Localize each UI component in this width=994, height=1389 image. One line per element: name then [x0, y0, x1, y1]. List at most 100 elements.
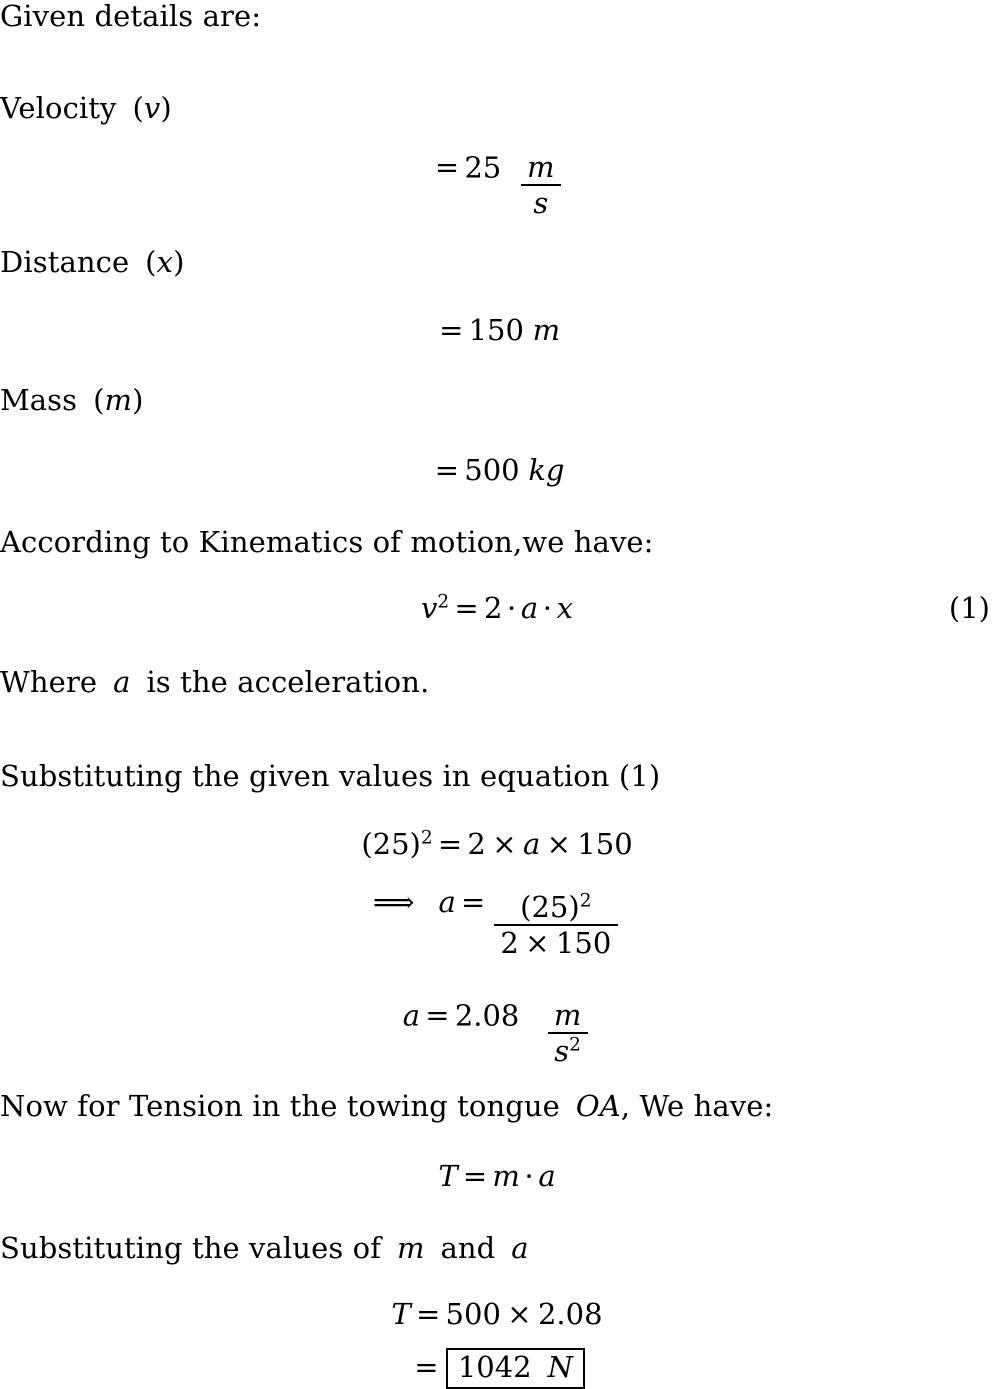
tension-sub-var-T: T	[391, 1297, 411, 1331]
kinematics-var-x: x	[556, 591, 573, 625]
where-acceleration-line: Where a is the acceleration.	[0, 668, 429, 697]
equals-sign: =	[434, 453, 460, 487]
equals-sign: =	[414, 1350, 439, 1384]
paren-open: (	[145, 245, 157, 279]
acceleration-unit-fraction: m s2	[547, 1000, 588, 1067]
paren-close: )	[160, 91, 172, 125]
acceleration-fraction-denominator: 2 × 150	[494, 927, 618, 958]
substitution-equation-1-inner: (25)2 = 2 × a × 150	[361, 827, 633, 861]
where-suffix-text: is the acceleration.	[146, 665, 430, 699]
acceleration-result-inner: a = 2.08 m s2	[403, 1000, 591, 1066]
velocity-equation-inner: = 25 m s	[430, 152, 565, 218]
tension-result-inner: = 1042 N	[409, 1348, 585, 1389]
acceleration-unit-fraction-wrap: m s2	[544, 1000, 591, 1066]
distance-symbol: x	[156, 245, 174, 279]
mass-label-text: Mass	[0, 383, 78, 417]
paren-open: (	[93, 383, 105, 417]
kinematics-intro-line: According to Kinematics of motion,we hav…	[0, 528, 654, 557]
multiplication-dot: ·	[542, 591, 553, 625]
distance-unit: m	[532, 313, 561, 347]
velocity-unit-fraction: ms	[520, 150, 561, 221]
tension-intro-prefix-text: Now for Tension in the towing tongue	[0, 1089, 560, 1123]
given-details-heading: Given details are:	[0, 2, 261, 31]
mass-equation-inner: = 500 kg	[430, 456, 565, 485]
mass-unit: kg	[528, 453, 565, 487]
mass-equation: = 500 kg	[0, 456, 994, 485]
velocity-label-line: Velocity (v)	[0, 94, 172, 123]
times-sign: ×	[546, 827, 571, 861]
velocity-label-text: Velocity	[0, 91, 117, 125]
denominator-factor-2: 150	[555, 925, 612, 960]
tension-sub-factor-1: 500	[445, 1297, 501, 1331]
substitution-factor-2: 150	[577, 827, 633, 861]
unit-denominator-exponent: 2	[569, 1034, 581, 1056]
substituting-values-and-text: and	[440, 1231, 496, 1265]
velocity-unit-numerator: m	[527, 150, 555, 184]
substitution-equation-2: ⟹ a = (25)2 2 × 150	[0, 888, 994, 958]
multiplication-dot: ·	[524, 1159, 534, 1193]
distance-label-text: Distance	[0, 245, 130, 279]
velocity-value: 25	[464, 150, 502, 185]
substitution-factor-1: 2	[467, 827, 486, 861]
equals-sign: =	[416, 1297, 441, 1331]
given-details-text: Given details are:	[0, 0, 262, 33]
kinematics-coefficient: 2	[483, 591, 503, 625]
equals-sign: =	[434, 150, 460, 185]
substitution-var-a: a	[522, 827, 541, 861]
substitution-lhs: (25)	[361, 827, 421, 861]
implies-arrow-icon: ⟹	[372, 885, 415, 919]
tension-formula-equation: T = m · a	[0, 1162, 994, 1191]
substituting-intro-text: Substituting the given values in equatio…	[0, 759, 661, 793]
tension-intro-line: Now for Tension in the towing tongue OA, …	[0, 1092, 773, 1121]
final-answer-unit: N	[547, 1350, 573, 1384]
denominator-factor-1: 2	[500, 925, 519, 960]
substituting-intro-line: Substituting the given values in equatio…	[0, 762, 660, 791]
paren-close: )	[173, 245, 185, 279]
distance-value: 150	[468, 313, 524, 347]
acceleration-symbol: a	[113, 665, 131, 699]
tension-var-m: m	[492, 1159, 520, 1193]
acceleration-fraction-wrap: (25)2 2 × 150	[491, 889, 622, 958]
kinematics-lhs-var: v	[421, 591, 438, 625]
tension-sub-factor-2: 2.08	[537, 1297, 603, 1331]
acceleration-result-equation: a = 2.08 m s2	[0, 1000, 994, 1066]
velocity-equation: = 25 m s	[0, 152, 994, 218]
paren-close: )	[132, 383, 144, 417]
equals-sign: =	[462, 1159, 488, 1193]
substitution-lhs-exponent: 2	[420, 827, 433, 849]
kinematics-equation-inner: v2 = 2 · a · x	[421, 591, 573, 625]
distance-label-line: Distance (x)	[0, 248, 184, 277]
velocity-symbol: v	[143, 91, 161, 125]
paren-open: (	[132, 91, 144, 125]
numerator-base: (25)	[520, 889, 580, 924]
equals-sign: =	[425, 998, 450, 1033]
substitution-equation-2-inner: ⟹ a = (25)2 2 × 150	[373, 888, 621, 958]
equals-sign: =	[437, 827, 463, 861]
tension-substitution-equation: T = 500 × 2.08	[0, 1300, 994, 1329]
acceleration-fraction-numerator: (25)2	[494, 889, 618, 924]
acceleration-fraction: (25)2 2 × 150	[494, 889, 618, 958]
acceleration-unit-denominator: s2	[548, 1034, 588, 1067]
kinematics-lhs-exponent: 2	[437, 591, 450, 613]
velocity-unit-fraction-wrap: ms	[517, 152, 564, 218]
tension-formula-inner: T = m · a	[438, 1162, 555, 1191]
final-answer-value: 1042	[457, 1350, 532, 1384]
equals-sign: =	[461, 885, 486, 919]
result-var-a: a	[402, 998, 421, 1033]
numerator-exponent: 2	[579, 889, 592, 911]
kinematics-var-a: a	[520, 591, 539, 625]
mass-symbol: m	[104, 383, 133, 417]
towing-tongue-symbol: OA	[575, 1089, 621, 1123]
times-sign: ×	[507, 1297, 532, 1331]
velocity-unit-denominator: s	[533, 186, 549, 221]
kinematics-intro-text: According to Kinematics of motion,we hav…	[0, 525, 654, 559]
substituting-values-prefix-text: Substituting the values of	[0, 1231, 382, 1265]
equals-sign: =	[439, 313, 464, 347]
times-sign: ×	[492, 827, 517, 861]
tension-var-a: a	[538, 1159, 556, 1193]
acceleration-value: 2.08	[454, 998, 520, 1033]
mass-label-line: Mass (m)	[0, 386, 144, 415]
solve-var-a: a	[438, 885, 456, 919]
kinematics-equation: v2 = 2 · a · x	[0, 591, 994, 625]
distance-equation-inner: = 150 m	[434, 316, 560, 345]
